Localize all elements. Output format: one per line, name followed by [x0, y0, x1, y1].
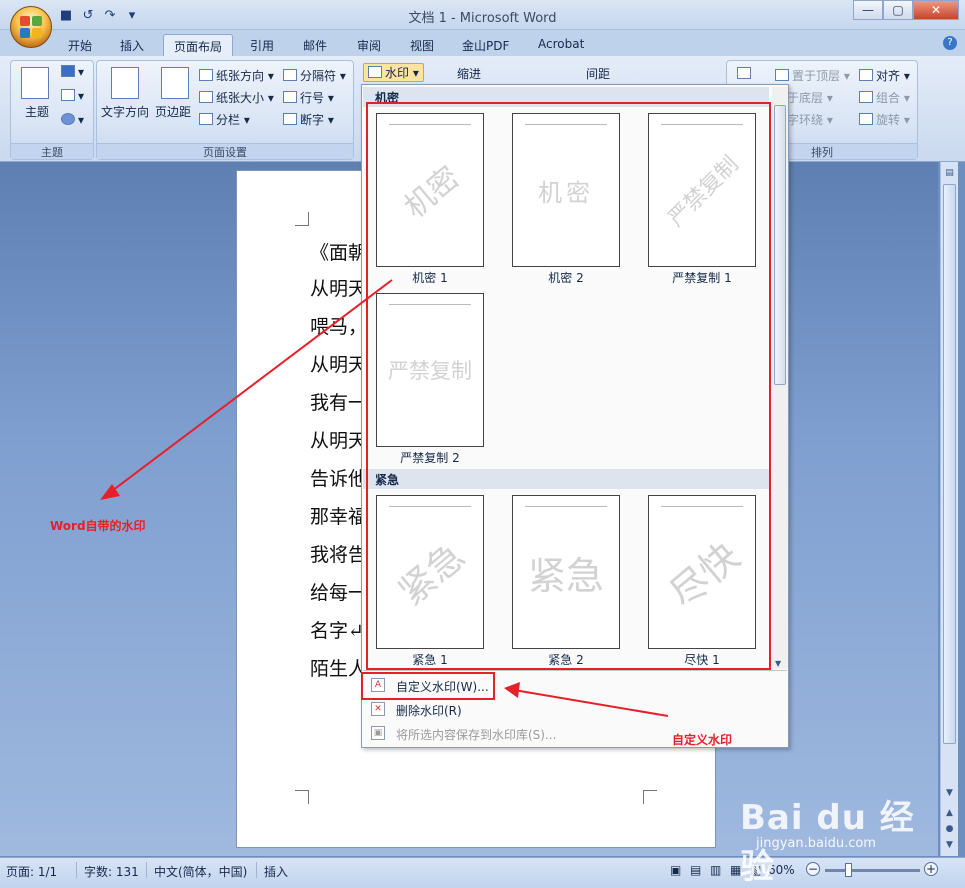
baidu-watermark: Bai du 经验 jingyan.baidu.com [740, 790, 940, 887]
annotation-arrows [100, 279, 669, 717]
office-button[interactable] [10, 6, 52, 48]
baidu-url: jingyan.baidu.com [756, 836, 876, 851]
office-logo-icon [20, 16, 42, 38]
custom-watermark-annotation: 自定义水印 [672, 733, 733, 747]
builtin-watermark-annotation: Word自带的水印 [50, 519, 146, 533]
